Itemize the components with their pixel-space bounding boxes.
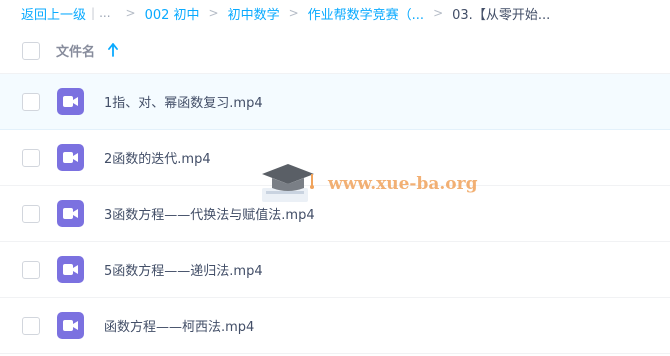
breadcrumb-ellipsis[interactable]: ... xyxy=(99,6,110,20)
file-row[interactable]: 函数方程——柯西法.mp4 xyxy=(0,298,670,354)
video-file-icon xyxy=(57,200,84,227)
file-name[interactable]: 2函数的迭代.mp4 xyxy=(104,148,211,167)
breadcrumb-current: 03.【从零开始... xyxy=(452,7,551,23)
file-name[interactable]: 5函数方程——递归法.mp4 xyxy=(104,260,263,279)
video-file-icon xyxy=(57,312,84,339)
chevron-right-icon: > xyxy=(433,6,444,20)
chevron-right-icon: > xyxy=(208,6,219,20)
file-name[interactable]: 1指、对、幂函数复习.mp4 xyxy=(104,92,263,111)
file-list: 1指、对、幂函数复习.mp4 2函数的迭代.mp4 3函数方程——代换法与赋值法… xyxy=(0,74,670,354)
row-checkbox[interactable] xyxy=(22,261,40,279)
chevron-right-icon: > xyxy=(288,6,299,20)
select-all-checkbox[interactable] xyxy=(22,41,40,60)
back-link[interactable]: 返回上一级 xyxy=(21,4,86,23)
watermark: www.xue-ba.org xyxy=(258,158,488,208)
row-checkbox[interactable] xyxy=(22,93,40,111)
row-checkbox[interactable] xyxy=(22,205,40,223)
video-file-icon xyxy=(57,256,84,283)
row-checkbox[interactable] xyxy=(22,317,40,335)
file-list-header: 文件名 xyxy=(0,28,670,74)
arrow-up-icon[interactable] xyxy=(108,42,118,58)
file-row[interactable]: 1指、对、幂函数复习.mp4 xyxy=(0,74,670,130)
video-file-icon xyxy=(57,144,84,171)
chevron-right-icon: > xyxy=(125,6,136,20)
file-name[interactable]: 函数方程——柯西法.mp4 xyxy=(104,316,254,335)
file-row[interactable]: 5函数方程——递归法.mp4 xyxy=(0,242,670,298)
breadcrumb: 返回上一级 | ... > 002 初中 > 初中数学 > 作业帮数学竞赛（..… xyxy=(0,0,670,26)
breadcrumb-divider: | xyxy=(91,6,96,20)
breadcrumb-item[interactable]: 初中数学 xyxy=(228,4,280,23)
video-file-icon xyxy=(57,88,84,115)
breadcrumb-item[interactable]: 002 初中 xyxy=(145,4,200,23)
graduation-cap-icon xyxy=(262,164,314,202)
column-header-filename[interactable]: 文件名 xyxy=(56,41,95,60)
watermark-text: www.xue-ba.org xyxy=(328,174,478,194)
row-checkbox[interactable] xyxy=(22,149,40,167)
breadcrumb-item[interactable]: 作业帮数学竞赛（... xyxy=(308,4,424,23)
